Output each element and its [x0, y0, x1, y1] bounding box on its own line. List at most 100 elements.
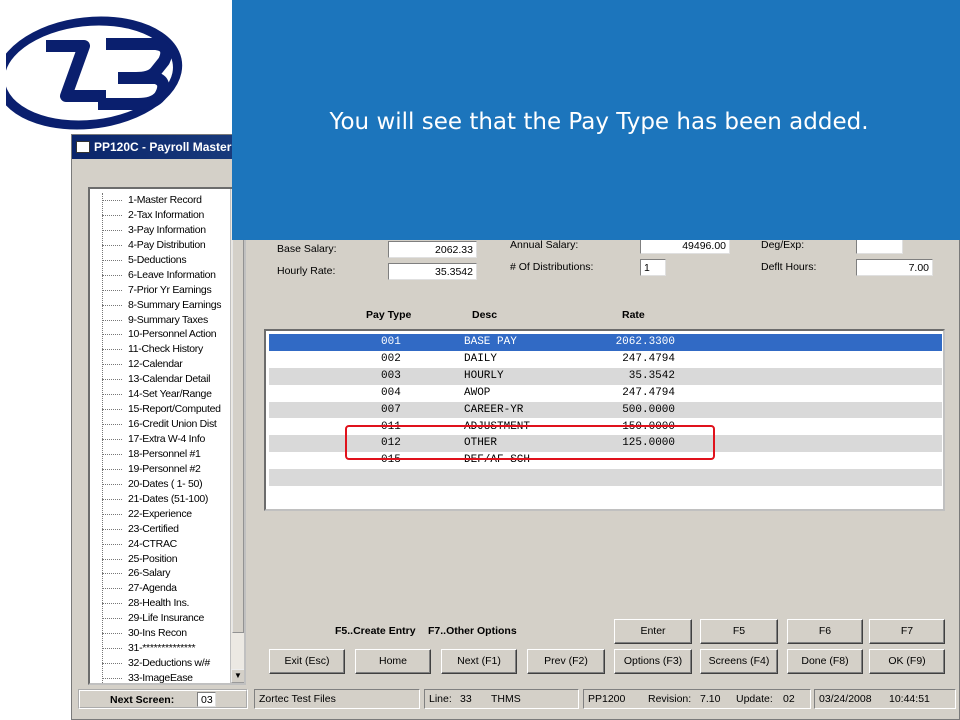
table-row[interactable]: 007 CAREER-YR 500.0000 [269, 401, 942, 419]
callout-text: You will see that the Pay Type has been … [329, 108, 869, 135]
line-label: Line: [429, 693, 452, 705]
table-row[interactable] [269, 469, 942, 487]
tree-item[interactable]: 32-Deductions w/# [90, 656, 230, 671]
tree-item[interactable]: 5-Deductions [90, 253, 230, 268]
rate-header: Rate [622, 309, 645, 321]
company-logo-icon [6, 16, 183, 130]
tree-item[interactable]: 23-Certified [90, 522, 230, 537]
scroll-down-icon[interactable]: ▼ [231, 669, 244, 683]
cell-desc: HOURLY [464, 369, 504, 382]
screen-tree[interactable]: 1-Master Record 2-Tax Information 3-Pay In… [88, 187, 246, 685]
tree-item[interactable]: 1-Master Record [90, 193, 230, 208]
tree-item[interactable]: 17-Extra W-4 Info [90, 432, 230, 447]
cell-desc: BASE PAY [464, 336, 517, 348]
tree-item[interactable]: 30-Ins Recon [90, 626, 230, 641]
tree-item[interactable]: 22-Experience [90, 507, 230, 522]
tree-item[interactable]: 2-Tax Information [90, 208, 230, 223]
home-button[interactable]: Home [355, 649, 431, 674]
cell-code: 007 [381, 403, 401, 416]
tree-item[interactable]: 6-Leave Information [90, 268, 230, 283]
tree-item[interactable]: 12-Calendar [90, 357, 230, 372]
tree-item[interactable]: 33-ImageEase [90, 671, 230, 683]
annual-salary-label: Annual Salary: [510, 239, 579, 251]
tree-item[interactable]: 26-Salary [90, 566, 230, 581]
hourly-rate-label: Hourly Rate: [277, 265, 336, 277]
table-row[interactable]: 004 AWOP 247.4794 [269, 385, 942, 402]
tree-item[interactable]: 20-Dates ( 1- 50) [90, 477, 230, 492]
company-cell: Zortec Test Files [254, 689, 420, 709]
date-value: 03/24/2008 [819, 693, 872, 705]
tree-item[interactable]: 7-Prior Yr Earnings [90, 283, 230, 298]
screens-button[interactable]: Screens (F4) [700, 649, 778, 674]
next-button[interactable]: Next (F1) [441, 649, 517, 674]
deflt-hours-field[interactable]: 7.00 [856, 259, 933, 276]
tree-item[interactable]: 21-Dates (51-100) [90, 492, 230, 507]
num-distributions-field[interactable]: 1 [640, 259, 666, 276]
cell-code: 004 [381, 386, 401, 399]
options-button[interactable]: Options (F3) [614, 649, 692, 674]
tree-item[interactable]: 18-Personnel #1 [90, 447, 230, 462]
exit-button[interactable]: Exit (Esc) [269, 649, 345, 674]
tree-item[interactable]: 29-Life Insurance [90, 611, 230, 626]
cell-code: 001 [381, 336, 401, 348]
tree-item[interactable]: 9-Summary Taxes [90, 313, 230, 328]
desc-header: Desc [472, 309, 498, 321]
tree-item[interactable]: 11-Check History [90, 342, 230, 357]
program-cell: PP1200 Revision: 7.10 Update: 02 [583, 689, 811, 709]
tree-scrollbar[interactable]: ▼ [230, 189, 244, 683]
tree-item[interactable]: 25-Position [90, 552, 230, 567]
cell-desc: DAILY [464, 352, 498, 365]
enter-button[interactable]: Enter [614, 619, 692, 644]
scroll-thumb[interactable] [232, 203, 244, 633]
tree-item[interactable]: 8-Summary Earnings [90, 298, 230, 313]
datetime-cell: 03/24/2008 10:44:51 [814, 689, 956, 709]
instruction-callout: You will see that the Pay Type has been … [232, 0, 960, 240]
cell-desc: AWOP [464, 386, 491, 399]
cell-rate: 247.4794 [622, 352, 675, 365]
hourly-rate-field[interactable]: 35.3542 [388, 263, 477, 280]
cell-code: 003 [381, 369, 401, 382]
done-button[interactable]: Done (F8) [787, 649, 863, 674]
next-screen-label: Next Screen: [110, 694, 175, 706]
f5-button[interactable]: F5 [700, 619, 778, 644]
user-value: THMS [491, 693, 521, 705]
cell-rate: 35.3542 [628, 369, 675, 382]
prev-button[interactable]: Prev (F2) [527, 649, 605, 674]
base-salary-field[interactable]: 2062.33 [388, 241, 477, 258]
table-row[interactable]: 003 HOURLY 35.3542 [269, 367, 942, 385]
base-salary-label: Base Salary: [277, 243, 337, 255]
tree-item[interactable]: 28-Health Ins. [90, 596, 230, 611]
update-value: 02 [783, 693, 795, 705]
pay-type-header: Pay Type [366, 309, 412, 321]
tree-item[interactable]: 27-Agenda [90, 581, 230, 596]
next-screen-field[interactable]: 03 [197, 692, 216, 707]
tree-item[interactable]: 10-Personnel Action [90, 327, 230, 342]
tree-item[interactable]: 3-Pay Information [90, 223, 230, 238]
tree-item[interactable]: 31-************** [90, 641, 230, 656]
cell-rate: 247.4794 [622, 386, 675, 399]
ok-button[interactable]: OK (F9) [869, 649, 945, 674]
program-value: PP1200 [588, 693, 626, 705]
f6-button[interactable]: F6 [787, 619, 863, 644]
deg-exp-label: Deg/Exp: [761, 239, 805, 251]
tree-list: 1-Master Record 2-Tax Information 3-Pay In… [90, 193, 230, 683]
line-cell: Line: 33 THMS [424, 689, 579, 709]
tree-item[interactable]: 14-Set Year/Range [90, 387, 230, 402]
cell-code: 002 [381, 352, 401, 365]
tree-item[interactable]: 13-Calendar Detail [90, 372, 230, 387]
tree-item[interactable]: 15-Report/Computed [90, 402, 230, 417]
status-bar: Next Screen: 03 Zortec Test Files Line: … [78, 689, 956, 709]
table-row[interactable]: 001 BASE PAY 2062.3300 [269, 334, 942, 351]
pay-type-table[interactable]: 001 BASE PAY 2062.3300 002 DAILY 247.4794 003 H… [264, 329, 945, 511]
table-row[interactable] [269, 486, 942, 503]
table-row[interactable]: 002 DAILY 247.4794 [269, 351, 942, 368]
highlight-box [345, 425, 715, 460]
tree-item[interactable]: 19-Personnel #2 [90, 462, 230, 477]
deflt-hours-label: Deflt Hours: [761, 261, 817, 273]
time-value: 10:44:51 [889, 693, 930, 705]
f7-button[interactable]: F7 [869, 619, 945, 644]
tree-item[interactable]: 16-Credit Union Dist [90, 417, 230, 432]
tree-item[interactable]: 4-Pay Distribution [90, 238, 230, 253]
other-options-label: F7..Other Options [428, 625, 517, 637]
tree-item[interactable]: 24-CTRAC [90, 537, 230, 552]
